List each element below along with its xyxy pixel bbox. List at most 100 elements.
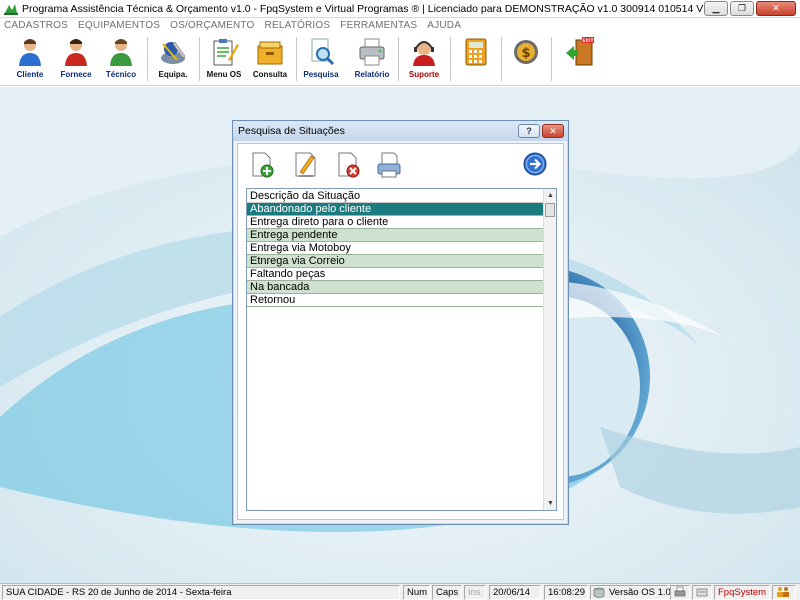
equipa-label: Equipa. [158,70,188,79]
finance-button[interactable]: $ [508,35,544,83]
suporte-label: Suporte [408,70,440,79]
print-document-icon [377,152,401,178]
close-button[interactable]: ✕ [756,1,796,16]
grid-column-header[interactable]: Descrição da Situação [247,189,543,203]
database-icon [593,587,605,598]
table-row[interactable]: Retornou [247,294,543,307]
dialog-help-button[interactable]: ? [518,124,540,138]
table-row[interactable]: Faltando peças [247,268,543,281]
consulta-label: Consulta [252,70,288,79]
toolbar-separator [450,37,451,81]
table-row[interactable]: Entrega via Motoboy [247,242,543,255]
window-title-bar: Programa Assistência Técnica & Orçamento… [0,0,800,18]
menu-ajuda[interactable]: AJUDA [427,20,461,31]
dialog-title: Pesquisa de Situações [238,125,345,137]
situacoes-grid[interactable]: Descrição da Situação Abandonado pelo cl… [246,188,557,511]
equipment-tools-icon [161,41,186,64]
users-icon [777,587,789,597]
toolbar-separator [147,37,148,81]
edit-record-button[interactable] [293,150,319,180]
suporte-button[interactable]: Suporte [403,35,445,83]
menu-ferramentas[interactable]: FERRAMENTAS [340,20,417,31]
status-ins: Ins [464,585,486,600]
edit-document-icon [295,152,316,177]
menu-equipamentos[interactable]: EQUIPAMENTOS [78,20,160,31]
pesquisa-label: Pesquisa [303,70,339,79]
scroll-down-icon[interactable]: ▼ [544,497,556,510]
app-logo-icon [4,3,18,15]
pesquisa-situacoes-dialog: Pesquisa de Situações ? ✕ Descrição da S… [232,120,569,525]
scroll-up-icon[interactable]: ▲ [544,189,556,202]
print-record-button[interactable] [376,150,402,180]
window-title: Programa Assistência Técnica & Orçamento… [22,2,704,15]
delete-document-icon [338,152,360,178]
status-version: Versão OS 1.0 [590,585,671,600]
menu-bar: CADASTROS EQUIPAMENTOS OS/ORÇAMENTO RELA… [0,18,800,33]
person-red-icon [65,39,87,66]
toolbar-separator [296,37,297,81]
menu-os-button[interactable]: Menu OS [203,35,245,83]
status-num: Num [403,585,430,600]
add-record-button[interactable] [250,150,276,180]
keyboard-icon [696,588,708,597]
status-users [772,585,796,600]
toolbar-separator [551,37,552,81]
equipa-button[interactable]: Equipa. [153,35,193,83]
status-keyboard [692,585,712,600]
menu-relatorios[interactable]: RELATÓRIOS [265,20,331,31]
tecnico-button[interactable]: Técnico [101,35,141,83]
relatorio-label: Relatório [354,70,390,79]
menu-os-label: Menu OS [206,70,242,79]
printer-small-icon [674,586,686,597]
grid-rows: Abandonado pelo cliente Entrega direto p… [247,203,543,307]
dialog-body: Descrição da Situação Abandonado pelo cl… [237,143,564,520]
add-document-icon [252,152,274,178]
table-row[interactable]: Etnrega via Correio [247,255,543,268]
status-version-text: Versão OS 1.0 [609,587,671,598]
dialog-title-bar: Pesquisa de Situações ? ✕ [233,121,568,141]
dialog-close-button[interactable]: ✕ [542,124,564,138]
toolbar-separator [501,37,502,81]
fornece-label: Fornece [60,70,92,79]
status-bar: SUA CIDADE - RS 20 de Junho de 2014 - Se… [0,583,800,600]
status-time: 16:08:29 [544,585,588,600]
svg-text:EXIT: EXIT [582,38,594,44]
table-row[interactable]: Na bancada [247,281,543,294]
person-blue-icon [19,39,41,66]
table-row[interactable]: Abandonado pelo cliente [247,203,543,216]
status-date: 20/06/14 [489,585,541,600]
table-row[interactable]: Entrega pendente [247,229,543,242]
toolbar-separator [398,37,399,81]
fornece-button[interactable]: Fornece [56,35,96,83]
delete-record-button[interactable] [336,150,362,180]
folder-drawer-icon [257,41,283,65]
forward-button[interactable] [522,150,548,180]
minimize-button[interactable]: ▁ [704,1,728,16]
table-row[interactable]: Entrega direto para o cliente [247,216,543,229]
cliente-label: Cliente [16,70,44,79]
scroll-thumb[interactable] [545,203,555,217]
status-printer [670,585,690,600]
exit-button[interactable]: EXIT [560,35,600,83]
tecnico-label: Técnico [105,70,137,79]
pesquisa-button[interactable]: Pesquisa [300,35,342,83]
toolbar: Cliente Fornece Técnico Equipa. Menu OS … [0,33,800,86]
exit-door-icon: EXIT [566,37,595,66]
status-brand: FpqSystem [714,585,770,600]
clipboard-pencil-icon [213,39,239,66]
menu-cadastros[interactable]: CADASTROS [4,20,68,31]
menu-os-orcamento[interactable]: OS/ORÇAMENTO [170,20,254,31]
coin-dollar-icon: $ [514,40,538,64]
printer-icon [359,38,385,66]
cliente-button[interactable]: Cliente [10,35,50,83]
calculator-button[interactable] [458,35,494,83]
status-caps: Caps [432,585,462,600]
person-green-icon [110,39,132,66]
search-document-icon [311,38,335,66]
consulta-button[interactable]: Consulta [250,35,290,83]
status-location: SUA CIDADE - RS 20 de Junho de 2014 - Se… [2,585,400,600]
relatorio-button[interactable]: Relatório [350,35,394,83]
arrow-right-circle-icon [523,152,547,176]
restore-button[interactable]: ❐ [730,1,754,16]
grid-scrollbar[interactable]: ▲ ▼ [543,189,556,510]
